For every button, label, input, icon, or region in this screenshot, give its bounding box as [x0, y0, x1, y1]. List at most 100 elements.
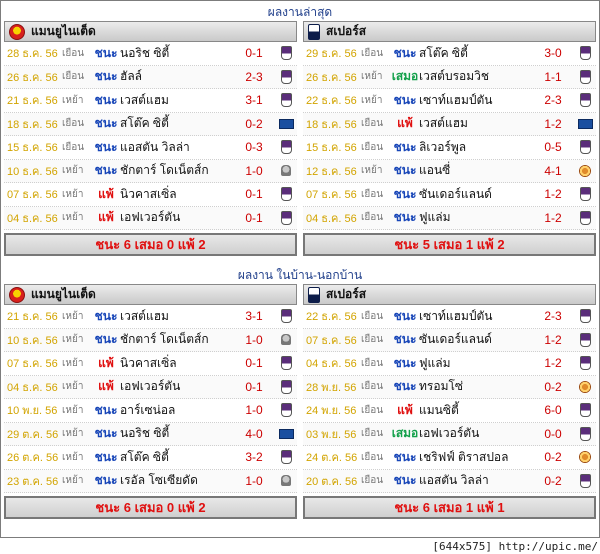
match-date: 10 ธ.ค. 56 — [7, 334, 58, 347]
match-result: ชนะ — [393, 308, 417, 323]
competition-cell — [275, 450, 297, 465]
record-summary: ชนะ 6 เสมอ 0 แพ้ 2 — [4, 496, 297, 519]
opponent-name: ชักตาร์ โดเน็ตส์ก — [120, 332, 209, 347]
team-header: สเปอร์ส — [303, 284, 596, 305]
match-venue: เยือน — [361, 451, 384, 463]
match-result: ชนะ — [94, 332, 118, 347]
match-row: 29 ธ.ค. 56 เยือน ชนะ สโต๊ค ซิตี้ 3-0 — [303, 42, 596, 66]
competition-cell — [574, 93, 596, 108]
match-venue: เยือน — [361, 212, 384, 224]
premier-league-icon — [280, 140, 292, 155]
match-date: 28 ธ.ค. 56 — [7, 48, 58, 61]
match-row: 18 ธ.ค. 56 เยือน ชนะ สโต๊ค ซิตี้ 0-2 — [4, 112, 297, 136]
opponent-name: สโต๊ค ซิตี้ — [419, 45, 468, 60]
match-result: แพ้ — [98, 210, 114, 225]
match-venue: เหย้า — [62, 357, 84, 369]
match-venue: เยือน — [361, 381, 384, 393]
match-date: 15 ธ.ค. 56 — [306, 142, 357, 155]
opponent-name: ชักตาร์ โดเน็ตส์ก — [120, 163, 209, 178]
match-row: 24 พ.ย. 56 เยือน แพ้ แมนซิตี้ 6-0 — [303, 399, 596, 423]
record-summary: ชนะ 5 เสมอ 1 แพ้ 2 — [303, 233, 596, 256]
match-result: แพ้ — [397, 402, 413, 417]
opponent-name: นอริช ซิตี้ — [120, 426, 170, 441]
match-venue: เหย้า — [62, 212, 84, 224]
match-score: 4-0 — [245, 426, 263, 441]
match-row: 22 ธ.ค. 56 เยือน ชนะ เซาท์แฮมป์ตัน 2-3 — [303, 305, 596, 329]
competition-cell — [275, 93, 297, 108]
match-result: ชนะ — [393, 139, 417, 154]
match-row: 15 ธ.ค. 56 เยือน ชนะ ลิเวอร์พูล 0-5 — [303, 136, 596, 160]
opponent-name: เซาท์แฮมป์ตัน — [419, 92, 493, 107]
competition-cell — [275, 165, 297, 177]
match-result: ชนะ — [94, 308, 118, 323]
premier-league-icon — [280, 187, 292, 202]
match-date: 07 ธ.ค. 56 — [7, 358, 58, 371]
team-column-man-utd: แมนยูไนเต็ด 28 ธ.ค. 56 เยือน ชนะ นอริช ซิตี้… — [4, 21, 297, 256]
match-row: 29 ต.ค. 56 เหย้า ชนะ นอริช ซิตี้ 4-0 — [4, 422, 297, 446]
spurs-crest-icon — [308, 286, 320, 303]
match-row: 07 ธ.ค. 56 เยือน ชนะ ซันเดอร์แลนด์ 1-2 — [303, 183, 596, 207]
team-column-spurs: สเปอร์ส 22 ธ.ค. 56 เยือน ชนะ เซาท์แฮมป์ตัน 2-… — [303, 284, 596, 519]
match-venue: เหย้า — [62, 404, 84, 416]
match-row: 26 ต.ค. 56 เหย้า ชนะ สโต๊ค ซิตี้ 3-2 — [4, 446, 297, 470]
competition-cell — [574, 403, 596, 418]
competition-cell — [574, 380, 596, 393]
match-score: 0-1 — [245, 187, 263, 202]
premier-league-icon — [579, 309, 591, 324]
match-date: 28 พ.ย. 56 — [306, 381, 357, 394]
champions-league-icon — [281, 334, 291, 346]
premier-league-icon — [579, 46, 591, 61]
match-score: 0-0 — [544, 426, 562, 441]
match-venue: เยือน — [361, 334, 384, 346]
opponent-name: นอริช ซิตี้ — [120, 45, 170, 60]
opponent-name: ฮัลล์ — [120, 69, 143, 84]
match-result: ชนะ — [393, 355, 417, 370]
match-row: 28 พ.ย. 56 เยือน ชนะ ทรอมโซ่ 0-2 — [303, 375, 596, 399]
match-row: 26 ธ.ค. 56 เหย้า เสมอ เวสต์บรอมวิช 1-1 — [303, 65, 596, 89]
team-header: แมนยูไนเต็ด — [4, 21, 297, 42]
opponent-name: เวสต์บรอมวิช — [419, 69, 490, 84]
match-result: แพ้ — [397, 116, 413, 131]
match-score: 0-1 — [245, 46, 263, 61]
champions-league-icon — [281, 165, 291, 177]
competition-cell — [574, 164, 596, 177]
match-result: ชนะ — [94, 45, 118, 60]
opponent-name: เวสต์แฮม — [419, 116, 468, 131]
match-venue: เหย้า — [361, 165, 383, 177]
record-summary: ชนะ 6 เสมอ 0 แพ้ 2 — [4, 233, 297, 256]
match-row: 04 ธ.ค. 56 เยือน ชนะ ฟูแล่ม 1-2 — [303, 352, 596, 376]
opponent-name: เซาท์แฮมป์ตัน — [419, 308, 493, 323]
team-column-man-utd: แมนยูไนเต็ด 21 ธ.ค. 56 เหย้า ชนะ เวสต์แฮม 3-1… — [4, 284, 297, 519]
premier-league-icon — [280, 210, 292, 225]
competition-cell — [275, 187, 297, 202]
opponent-name: ทรอมโซ่ — [419, 379, 464, 394]
match-score: 1-1 — [544, 69, 562, 84]
match-row: 10 พ.ย. 56 เหย้า ชนะ อาร์เซน่อล 1-0 — [4, 399, 297, 423]
match-result: ชนะ — [393, 210, 417, 225]
match-score: 0-5 — [544, 140, 562, 155]
opponent-name: นิวคาสเซิ่ล — [120, 186, 177, 201]
competition-cell — [574, 69, 596, 84]
match-list: 28 ธ.ค. 56 เยือน ชนะ นอริช ซิตี้ 0-1 26 ธ.ค. … — [4, 42, 297, 230]
match-result: แพ้ — [98, 355, 114, 370]
opponent-name: อาร์เซน่อล — [120, 402, 176, 417]
match-score: 2-3 — [245, 69, 263, 84]
champions-league-icon — [281, 475, 291, 487]
match-score: 3-2 — [245, 450, 263, 465]
match-venue: เยือน — [62, 118, 85, 130]
opponent-name: สโต๊ค ซิตี้ — [120, 116, 169, 131]
match-score: 1-2 — [544, 356, 562, 371]
competition-cell — [275, 334, 297, 346]
match-result: แพ้ — [98, 186, 114, 201]
image-host-footer: [644x575] http://upic.me/ — [432, 540, 598, 553]
match-venue: เหย้า — [62, 165, 84, 177]
match-score: 6-0 — [544, 403, 562, 418]
match-venue: เหย้า — [361, 94, 383, 106]
premier-league-icon — [579, 69, 591, 84]
match-date: 10 ธ.ค. 56 — [7, 165, 58, 178]
opponent-name: เวสต์แฮม — [120, 308, 169, 323]
match-score: 0-2 — [544, 379, 562, 394]
match-score: 1-2 — [544, 187, 562, 202]
premier-league-icon — [280, 93, 292, 108]
competition-cell — [574, 451, 596, 464]
